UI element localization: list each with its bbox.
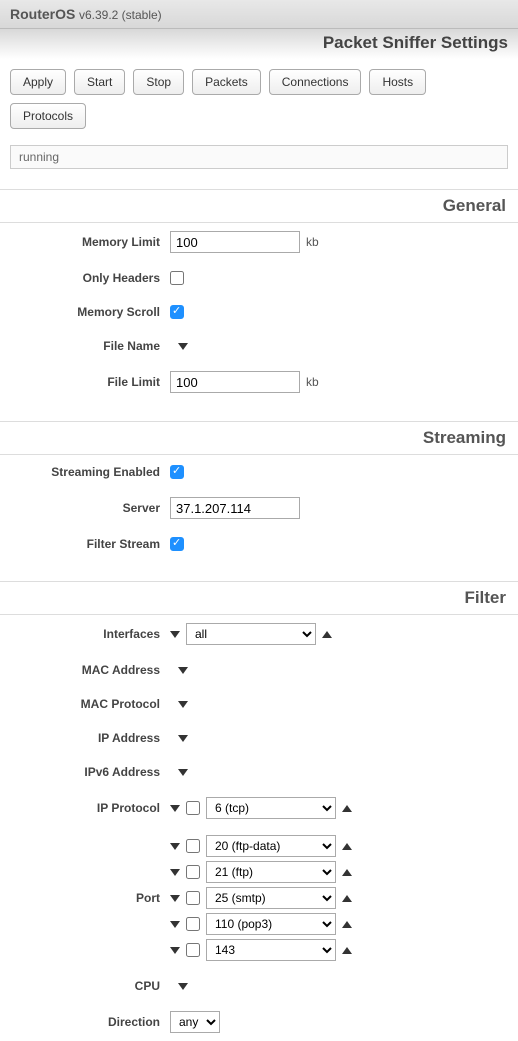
unit-kb-2: kb (306, 375, 319, 389)
expand-file-name-icon[interactable] (178, 343, 188, 350)
row-only-headers: Only Headers (0, 261, 518, 295)
row-direction: Direction any (0, 1003, 518, 1041)
row-server: Server (0, 489, 518, 527)
label-ip-protocol: IP Protocol (10, 801, 170, 815)
port-invert-checkbox-4[interactable] (186, 943, 200, 957)
server-input[interactable] (170, 497, 300, 519)
row-interfaces: Interfaces all (0, 615, 518, 653)
port-invert-checkbox-0[interactable] (186, 839, 200, 853)
port-select-4[interactable]: 143 (206, 939, 336, 961)
expand-ipv6-address-icon[interactable] (178, 769, 188, 776)
port-remove-icon-1[interactable] (170, 869, 180, 876)
row-file-limit: File Limit kb (0, 363, 518, 401)
toolbar: Apply Start Stop Packets Connections Hos… (0, 59, 518, 139)
unit-kb: kb (306, 235, 319, 249)
section-filter: Filter (0, 581, 518, 615)
label-file-limit: File Limit (10, 375, 170, 389)
port-add-icon-1[interactable] (342, 869, 352, 876)
row-ipv6-address: IPv6 Address (0, 755, 518, 789)
filter-stream-checkbox[interactable] (170, 537, 184, 551)
memory-scroll-checkbox[interactable] (170, 305, 184, 319)
label-only-headers: Only Headers (10, 271, 170, 285)
file-limit-input[interactable] (170, 371, 300, 393)
row-ip-address: IP Address (0, 721, 518, 755)
expand-cpu-icon[interactable] (178, 983, 188, 990)
row-memory-scroll: Memory Scroll (0, 295, 518, 329)
label-cpu: CPU (10, 979, 170, 993)
port-line-4: 143 (170, 939, 352, 961)
label-mac-address: MAC Address (10, 663, 170, 677)
label-ipv6-address: IPv6 Address (10, 765, 170, 779)
packets-button[interactable]: Packets (192, 69, 261, 95)
port-select-1[interactable]: 21 (ftp) (206, 861, 336, 883)
port-line-1: 21 (ftp) (170, 861, 352, 883)
label-memory-limit: Memory Limit (10, 235, 170, 249)
section-streaming: Streaming (0, 421, 518, 455)
ip-protocol-add-icon[interactable] (342, 805, 352, 812)
port-line-0: 20 (ftp-data) (170, 835, 352, 857)
protocols-button[interactable]: Protocols (10, 103, 86, 129)
hosts-button[interactable]: Hosts (369, 69, 426, 95)
port-add-icon-2[interactable] (342, 895, 352, 902)
row-filter-stream: Filter Stream (0, 527, 518, 561)
row-memory-limit: Memory Limit kb (0, 223, 518, 261)
label-filter-stream: Filter Stream (10, 537, 170, 551)
app-header: RouterOS v6.39.2 (stable) (0, 0, 518, 29)
only-headers-checkbox[interactable] (170, 271, 184, 285)
port-line-3: 110 (pop3) (170, 913, 352, 935)
port-select-2[interactable]: 25 (smtp) (206, 887, 336, 909)
port-select-0[interactable]: 20 (ftp-data) (206, 835, 336, 857)
row-mac-protocol: MAC Protocol (0, 687, 518, 721)
port-remove-icon-4[interactable] (170, 947, 180, 954)
interfaces-remove-icon[interactable] (170, 631, 180, 638)
stop-button[interactable]: Stop (133, 69, 184, 95)
port-remove-icon-0[interactable] (170, 843, 180, 850)
interfaces-select[interactable]: all (186, 623, 316, 645)
label-file-name: File Name (10, 339, 170, 353)
port-add-icon-3[interactable] (342, 921, 352, 928)
port-invert-checkbox-3[interactable] (186, 917, 200, 931)
port-invert-checkbox-1[interactable] (186, 865, 200, 879)
connections-button[interactable]: Connections (269, 69, 362, 95)
interfaces-add-icon[interactable] (322, 631, 332, 638)
product-name: RouterOS (10, 6, 75, 22)
section-general: General (0, 189, 518, 223)
expand-mac-protocol-icon[interactable] (178, 701, 188, 708)
row-cpu: CPU (0, 969, 518, 1003)
port-remove-icon-2[interactable] (170, 895, 180, 902)
port-remove-icon-3[interactable] (170, 921, 180, 928)
ip-protocol-invert-checkbox[interactable] (186, 801, 200, 815)
port-add-icon-4[interactable] (342, 947, 352, 954)
memory-limit-input[interactable] (170, 231, 300, 253)
direction-select[interactable]: any (170, 1011, 220, 1033)
ip-protocol-select[interactable]: 6 (tcp) (206, 797, 336, 819)
port-select-3[interactable]: 110 (pop3) (206, 913, 336, 935)
label-port: Port (10, 891, 170, 905)
label-memory-scroll: Memory Scroll (10, 305, 170, 319)
version-text: v6.39.2 (stable) (79, 8, 162, 22)
start-button[interactable]: Start (74, 69, 125, 95)
ip-protocol-remove-icon[interactable] (170, 805, 180, 812)
row-file-name: File Name (0, 329, 518, 363)
label-ip-address: IP Address (10, 731, 170, 745)
row-ip-protocol: IP Protocol 6 (tcp) (0, 789, 518, 827)
label-mac-protocol: MAC Protocol (10, 697, 170, 711)
expand-ip-address-icon[interactable] (178, 735, 188, 742)
row-port: Port 20 (ftp-data) 21 (ftp) 25 (smtp) 11… (0, 827, 518, 969)
port-add-icon-0[interactable] (342, 843, 352, 850)
port-line-2: 25 (smtp) (170, 887, 352, 909)
port-invert-checkbox-2[interactable] (186, 891, 200, 905)
label-streaming-enabled: Streaming Enabled (10, 465, 170, 479)
label-interfaces: Interfaces (10, 627, 170, 641)
apply-button[interactable]: Apply (10, 69, 66, 95)
label-server: Server (10, 501, 170, 515)
status-box: running (10, 145, 508, 169)
expand-mac-address-icon[interactable] (178, 667, 188, 674)
streaming-enabled-checkbox[interactable] (170, 465, 184, 479)
row-mac-address: MAC Address (0, 653, 518, 687)
label-direction: Direction (10, 1015, 170, 1029)
page-title: Packet Sniffer Settings (0, 29, 518, 59)
row-streaming-enabled: Streaming Enabled (0, 455, 518, 489)
